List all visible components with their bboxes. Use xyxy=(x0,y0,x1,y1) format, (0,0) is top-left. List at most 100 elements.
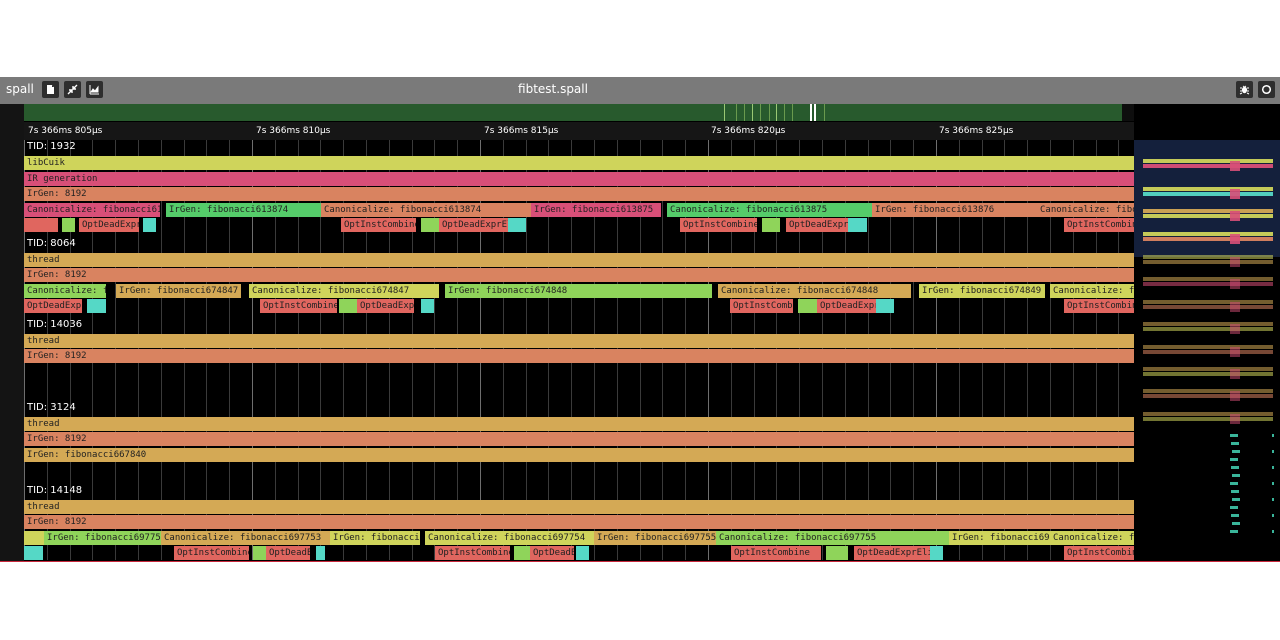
trace-event[interactable]: IrGen: 8192 xyxy=(24,432,1134,446)
thread-label: TID: 1932 xyxy=(27,141,76,152)
trace-event[interactable]: OptInstCombine xyxy=(435,546,510,560)
trace-event[interactable]: OptDeadExprElim xyxy=(439,218,508,232)
trace-event[interactable] xyxy=(339,299,357,313)
trace-event[interactable] xyxy=(848,218,867,232)
overview-density-line xyxy=(776,104,777,121)
left-gutter xyxy=(0,104,24,561)
trace-event[interactable]: OptDeadExprElim xyxy=(266,546,310,560)
trace-event[interactable]: thread xyxy=(24,417,1134,431)
trace-event[interactable]: OptInstCombine xyxy=(1064,546,1134,560)
minimap[interactable] xyxy=(1134,140,1280,560)
trace-event[interactable] xyxy=(930,546,943,560)
trace-event[interactable]: IrGen: fibonacci697755 xyxy=(594,531,716,545)
trace-event[interactable]: thread xyxy=(24,253,1134,267)
trace-event[interactable]: IrGen: fibonacci697756 xyxy=(949,531,1050,545)
minimap-band xyxy=(1143,255,1273,259)
trace-event[interactable]: OptDeadExprElim xyxy=(357,299,414,313)
trace-event[interactable]: IrGen: fibonacci697753 xyxy=(44,531,161,545)
trace-event[interactable]: Canonicalize: fibonacci697753 xyxy=(161,531,330,545)
debug-button[interactable] xyxy=(1236,81,1253,98)
trace-event[interactable] xyxy=(316,546,325,560)
trace-event[interactable]: OptInstCombine xyxy=(174,546,249,560)
trace-event[interactable]: IR generation xyxy=(24,172,1134,186)
trace-event[interactable]: IrGen: fibonacci697754 xyxy=(330,531,420,545)
trace-event[interactable]: OptInstCombine xyxy=(731,546,821,560)
trace-event[interactable]: IrGen: 8192 xyxy=(24,515,1134,529)
trace-event[interactable]: OptDeadExprElim xyxy=(24,299,82,313)
trace-event[interactable]: OptInstCombine xyxy=(1064,299,1134,313)
trace-event[interactable]: Canonicalize: fibonacci613875 xyxy=(667,203,872,217)
trace-event[interactable]: thread xyxy=(24,334,1134,348)
trace-event[interactable]: libCuik xyxy=(24,156,1134,170)
trace-event[interactable] xyxy=(24,218,58,232)
overview-density-line xyxy=(814,104,816,121)
thread-label: TID: 3124 xyxy=(27,401,76,413)
trace-event[interactable]: Canonicalize: fibonacci674849 xyxy=(1050,284,1134,298)
trace-event[interactable]: IrGen: 8192 xyxy=(24,349,1134,363)
theme-toggle-icon xyxy=(1261,84,1272,95)
trace-event[interactable] xyxy=(508,218,526,232)
trace-event[interactable]: Canonicalize: fibonacci674847 xyxy=(249,284,439,298)
trace-event[interactable] xyxy=(514,546,530,560)
trace-event[interactable]: thread xyxy=(24,500,1134,514)
trace-event[interactable]: OptInstCombine xyxy=(730,299,793,313)
trace-event[interactable]: OptDeadExprElim xyxy=(854,546,930,560)
trace-event[interactable] xyxy=(24,546,43,560)
minimap-marker xyxy=(1230,211,1240,221)
trace-event[interactable]: OptDeadExprElim xyxy=(817,299,876,313)
time-tick: 7s 366ms 825µs xyxy=(939,126,1014,136)
trace-event[interactable] xyxy=(143,218,156,232)
trace-event[interactable]: Canonicalize: fibonacci697755 xyxy=(716,531,949,545)
trace-event[interactable]: IrGen: fibonacci613876 xyxy=(872,203,1037,217)
trace-event[interactable]: Canonicalize: fibonacci697754 xyxy=(425,531,594,545)
time-axis: 7s 366ms 805µs 7s 366ms 810µs 7s 366ms 8… xyxy=(24,122,1134,140)
trace-event[interactable] xyxy=(576,546,589,560)
trace-event[interactable] xyxy=(87,299,106,313)
trace-event[interactable]: OptInstCombine xyxy=(341,218,416,232)
minimap-band xyxy=(1143,389,1273,393)
trace-event[interactable]: Canonicalize: fibonacci613874 xyxy=(321,203,531,217)
trace-event[interactable]: IrGen: fibonacci674849 xyxy=(919,284,1045,298)
thread-label: TID: 8064 xyxy=(27,237,76,249)
minimap-band xyxy=(1143,300,1273,304)
trace-event[interactable]: Canonicalize: fibonacci613873 xyxy=(24,203,160,217)
overview-bar[interactable] xyxy=(24,104,1134,121)
trace-event[interactable] xyxy=(762,218,780,232)
bug-icon xyxy=(1239,85,1250,95)
trace-event[interactable]: Canonicalize: fibonacci613876 xyxy=(1037,203,1134,217)
trace-event[interactable]: IrGen: 8192 xyxy=(24,187,1134,201)
trace-event[interactable]: IrGen: fibonacci674848 xyxy=(445,284,712,298)
trace-event[interactable] xyxy=(798,299,817,313)
minimap-band xyxy=(1143,164,1273,168)
trace-event[interactable] xyxy=(826,546,848,560)
trace-event[interactable]: IrGen: fibonacci674847 xyxy=(116,284,241,298)
trace-event[interactable]: OptInstCombine xyxy=(260,299,337,313)
trace-event[interactable]: OptInstCombine xyxy=(1064,218,1134,232)
trace-event[interactable]: OptDeadExprElim xyxy=(79,218,139,232)
minimap-tick xyxy=(1272,466,1274,469)
trace-event[interactable] xyxy=(253,546,266,560)
trace-event[interactable] xyxy=(24,531,44,545)
trace-event[interactable] xyxy=(421,299,434,313)
minimap-tick xyxy=(1230,482,1238,485)
trace-event[interactable]: OptInstCombine xyxy=(680,218,757,232)
trace-event[interactable]: OptDeadExprElim xyxy=(786,218,848,232)
trace-event[interactable]: IrGen: fibonacci613875 xyxy=(531,203,661,217)
trace-event[interactable]: OptDeadExprElim xyxy=(530,546,574,560)
minimap-marker xyxy=(1230,302,1240,312)
overview-density-line xyxy=(769,104,770,121)
trace-event[interactable] xyxy=(876,299,894,313)
trace-event[interactable]: Canonicalize: fibonacci674848 xyxy=(718,284,911,298)
trace-event[interactable] xyxy=(421,218,439,232)
trace-event[interactable]: IrGen: fibonacci667840 xyxy=(24,448,1134,462)
trace-event[interactable]: IrGen: 8192 xyxy=(24,268,1134,282)
trace-event[interactable]: IrGen: fibonacci613874 xyxy=(166,203,321,217)
minimap-tick xyxy=(1272,450,1274,453)
trace-event[interactable] xyxy=(62,218,75,232)
theme-toggle-button[interactable] xyxy=(1258,81,1275,98)
trace-event[interactable]: Canonicalize: fibonacci697756 xyxy=(1050,531,1134,545)
minimap-band xyxy=(1143,322,1273,326)
minimap-tick xyxy=(1231,514,1239,517)
flame-graph[interactable]: TID: 1932 libCuik IR generation IrGen: 8192… xyxy=(24,140,1134,560)
trace-event[interactable]: Canonicalize: fibonacci674846 xyxy=(24,284,106,298)
